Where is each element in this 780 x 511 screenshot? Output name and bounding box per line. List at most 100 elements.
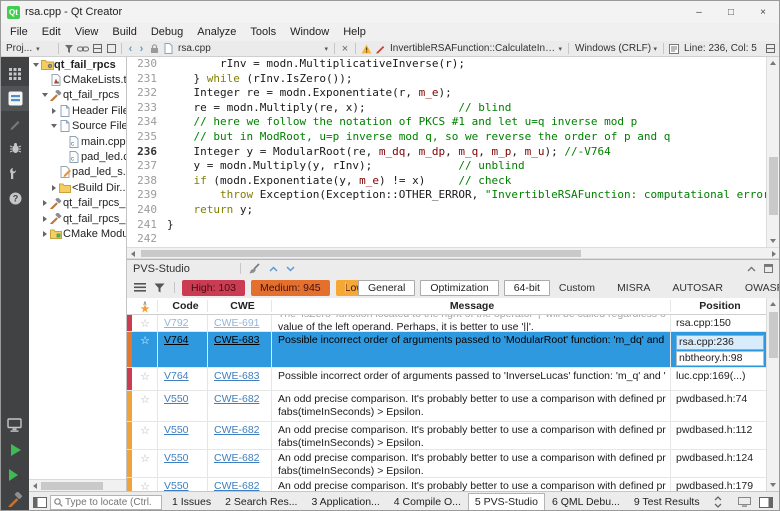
table-row[interactable]: ☆V550CWE-682An odd precise comparison. I… [127,478,766,491]
pvs-tab-autosar[interactable]: AUTOSAR [666,281,729,295]
collapse-panel-icon[interactable] [747,266,756,272]
run-button[interactable] [1,437,29,462]
severity-badge-high[interactable]: High: 103 [182,280,245,296]
tree-item-qt-fail-rpcs-a[interactable]: qt_fail_rpcs_a... [29,196,126,211]
severity-badge-medium[interactable]: Medium: 945 [251,280,330,296]
table-row[interactable]: ☆V764CWE-683Possible incorrect order of … [127,368,766,391]
star-icon[interactable]: ☆ [133,368,157,390]
code-line-235[interactable]: 235 // but in ModRoot, u=p inverse mod q… [127,130,766,145]
minimize-button[interactable]: – [683,1,715,23]
tree-chevron-icon[interactable] [49,185,58,191]
close-document-icon[interactable]: × [338,43,352,55]
code-line-236[interactable]: 236 Integer y = ModularRoot(re, m_dq, m_… [127,145,766,160]
prev-item-icon[interactable] [269,266,278,272]
menu-view[interactable]: View [68,25,106,39]
menu-window[interactable]: Window [283,25,336,39]
code-line-233[interactable]: 233 re = modn.Multiply(re, x); // blind [127,101,766,116]
close-split-icon[interactable] [104,44,118,53]
output-tab-6-qml-debu[interactable]: 6 QML Debu... [545,493,627,511]
table-row[interactable]: ☆V764CWE-683Possible incorrect order of … [127,332,766,368]
table-vertical-scrollbar[interactable] [766,298,779,491]
position-link[interactable]: pwdbased.h:74 [676,393,764,406]
tree-item-cmake-modules[interactable]: CMake Modules [29,226,126,241]
column-header-position[interactable]: Position [670,300,766,312]
scroll-up-icon[interactable] [770,302,776,306]
table-row[interactable]: ☆V550CWE-682An odd precise comparison. I… [127,450,766,478]
maximize-button[interactable]: □ [715,1,747,23]
build-button-hammer-icon[interactable] [1,487,29,511]
toggle-left-sidebar-icon[interactable] [33,497,47,508]
star-icon[interactable]: ☆ [133,391,157,421]
menu-edit[interactable]: Edit [35,25,68,39]
tree-item-header-files[interactable]: Header Files [29,103,126,118]
cwe-link[interactable]: CWE-682 [214,480,260,491]
line-ending-selector[interactable]: Windows (CRLF) ▾ [572,43,660,54]
code-line-239[interactable]: 239 throw Exception(Exception::OTHER_ERR… [127,188,766,203]
position-link[interactable]: pwdbased.h:179 [676,480,764,491]
tree-chevron-icon[interactable] [49,108,58,114]
output-tab-1-issues[interactable]: 1 Issues [165,493,218,511]
position-link[interactable]: luc.cpp:169(...) [676,370,764,383]
welcome-mode-grid-icon[interactable] [1,61,29,86]
diagnostic-code-link[interactable]: V550 [164,452,189,464]
code-line-237[interactable]: 237 y = modn.Multiply(y, rInv); // unbli… [127,159,766,174]
tree-item-pad-led-cpp[interactable]: cpad_led.cpp [29,149,126,164]
tree-item-build-dir[interactable]: <Build Dir... [29,180,126,195]
help-mode-icon[interactable]: ? [1,186,29,211]
position-link[interactable]: pwdbased.h:124 [676,452,764,465]
editor-vertical-scrollbar[interactable] [766,57,779,247]
diagnostic-code-link[interactable]: V764 [164,370,189,382]
scroll-left-icon[interactable] [131,251,135,257]
menu-debug[interactable]: Debug [144,25,190,39]
tree-horizontal-scrollbar[interactable] [29,479,126,491]
code-line-232[interactable]: 232 Integer re = modn.Exponentiate(r, m_… [127,86,766,101]
cwe-link[interactable]: CWE-691 [214,317,260,329]
locator-input[interactable] [65,497,151,508]
tree-chevron-icon[interactable] [40,216,49,222]
output-tab-5-pvs-studio[interactable]: 5 PVS-Studio [468,493,545,511]
code-editor[interactable]: 230 rInv = modn.MultiplicativeInverse(r)… [127,57,779,247]
pvs-tab-custom[interactable]: Custom [553,281,601,295]
code-line-242[interactable]: 242 [127,232,766,247]
menu-analyze[interactable]: Analyze [190,25,243,39]
toggle-right-sidebar-icon[interactable] [759,497,773,508]
kit-selector-monitor-icon[interactable] [1,412,29,437]
star-icon[interactable]: ☆ [133,450,157,477]
menu-file[interactable]: File [3,25,35,39]
editor-horizontal-scrollbar[interactable] [127,247,779,259]
pvs-tab-misra[interactable]: MISRA [611,281,656,295]
pvs-tab-optimization[interactable]: Optimization [420,280,498,296]
tree-chevron-icon[interactable] [40,231,49,237]
open-file-selector[interactable]: rsa.cpp ▾ [175,43,331,54]
star-icon[interactable]: ☆ [133,478,157,491]
symbol-selector[interactable]: InvertibleRSAFunction::CalculateInvers..… [387,43,565,54]
scroll-thumb[interactable] [769,312,778,358]
menu-tools[interactable]: Tools [243,25,283,39]
menu-build[interactable]: Build [105,25,143,39]
document-info-icon[interactable] [667,44,681,54]
screen-icon[interactable] [738,497,751,507]
pvs-tab-owasp[interactable]: OWASP [739,281,780,295]
cwe-link[interactable]: CWE-683 [214,370,260,382]
diagnostic-code-link[interactable]: V550 [164,424,189,436]
position-link[interactable]: nbtheory.h:98 [676,351,764,366]
output-tab-3-application[interactable]: 3 Application... [304,493,386,511]
star-icon[interactable]: ☆ [133,332,157,367]
tree-item-qt-fail-rpcs[interactable]: qt_fail_rpcs [29,88,126,103]
scroll-thumb[interactable] [769,157,778,215]
output-tab-2-search-res[interactable]: 2 Search Res... [218,493,304,511]
projects-mode-wrench-icon[interactable] [1,161,29,186]
position-link[interactable]: rsa.cpp:150 [676,317,764,330]
code-line-241[interactable]: 241} [127,218,766,233]
split-add-icon[interactable] [90,44,104,53]
code-line-231[interactable]: 231 } while (rInv.IsZero()); [127,72,766,87]
tree-chevron-icon[interactable] [40,93,49,97]
star-icon[interactable]: ☆ [133,422,157,449]
table-row[interactable]: ☆V550CWE-682An odd precise comparison. I… [127,422,766,450]
menu-icon[interactable] [134,283,146,292]
code-line-230[interactable]: 230 rInv = modn.MultiplicativeInverse(r)… [127,57,766,72]
tree-chevron-icon[interactable] [49,124,58,128]
debug-mode-bug-icon[interactable] [1,136,29,161]
diagnostic-code-link[interactable]: V792 [164,317,189,329]
edit-mode-icon[interactable] [1,86,29,111]
